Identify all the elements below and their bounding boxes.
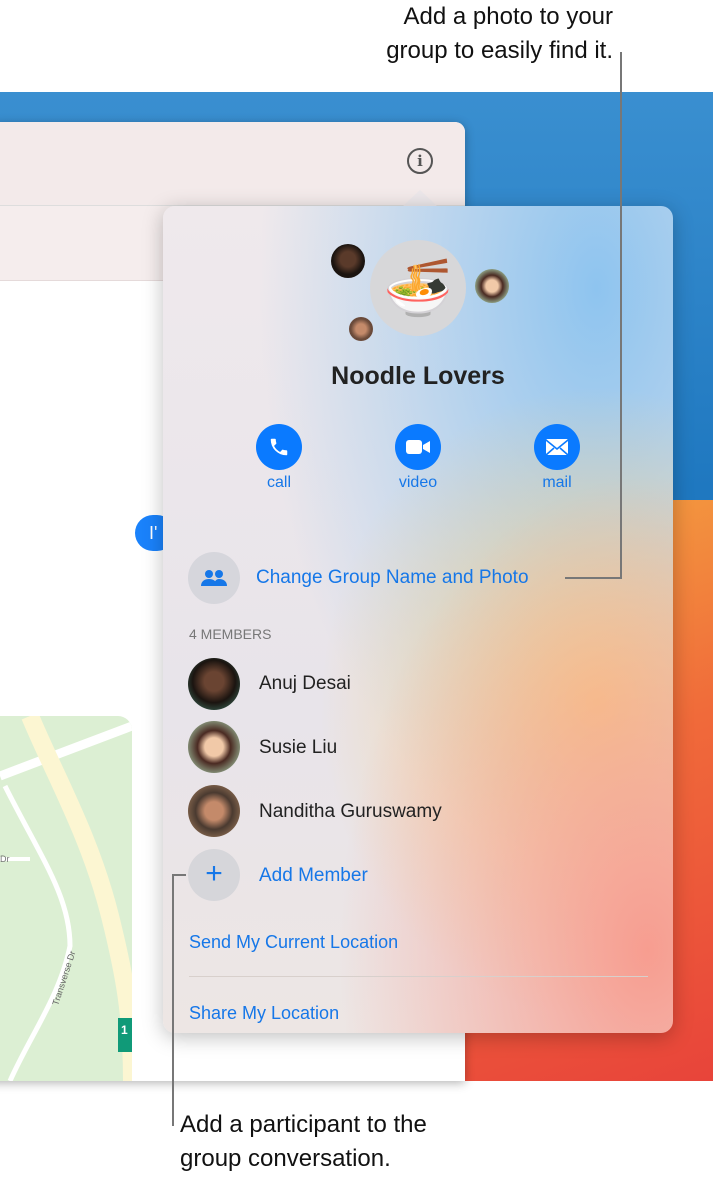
video-camera-icon[interactable] [395, 424, 441, 470]
popover-arrow [402, 190, 438, 207]
group-people-icon[interactable] [188, 552, 240, 604]
members-header: 4 MEMBERS [189, 626, 272, 642]
annotation-bottom: Add a participant to the group conversat… [180, 1108, 427, 1176]
group-name: Noodle Lovers [331, 362, 505, 390]
annotation-line: Add a photo to your [403, 3, 613, 30]
mail-label[interactable]: mail [517, 474, 597, 492]
route-shield: 1 [121, 1023, 128, 1037]
phone-icon[interactable] [256, 424, 302, 470]
annotation-line: group conversation. [180, 1145, 391, 1172]
group-photo[interactable]: 🍜 [370, 240, 466, 336]
member-name: Susie Liu [259, 737, 338, 758]
annotation-top: Add a photo to your group to easily find… [386, 0, 613, 68]
member-avatar-susie [475, 269, 509, 303]
send-location-link[interactable]: Send My Current Location [189, 932, 398, 953]
change-group-link[interactable]: Change Group Name and Photo [256, 567, 529, 589]
callout-line [620, 52, 622, 579]
map-label-transverse: Transverse Dr [50, 950, 77, 1007]
member-name: Anuj Desai [259, 673, 351, 694]
envelope-icon[interactable] [534, 424, 580, 470]
video-label[interactable]: video [378, 474, 458, 492]
map-preview[interactable]: Dr Transverse Dr 1 [0, 716, 132, 1081]
info-icon[interactable]: i [407, 148, 433, 174]
member-name: Nanditha Guruswamy [259, 801, 442, 822]
annotation-line: group to easily find it. [386, 37, 613, 64]
add-member-label[interactable]: Add Member [259, 865, 368, 887]
member-avatar-nanditha [349, 317, 373, 341]
map-roads: Dr Transverse Dr 1 [0, 716, 132, 1081]
plus-icon[interactable]: + [188, 849, 240, 901]
divider [189, 976, 648, 977]
callout-line [172, 874, 174, 1126]
annotation-line: Add a participant to the [180, 1111, 427, 1138]
group-details-popover: 🍜 Noodle Lovers call video mail Change G… [163, 206, 673, 1033]
share-location-link[interactable]: Share My Location [189, 1003, 339, 1024]
map-label: Dr [0, 854, 10, 864]
call-label[interactable]: call [239, 474, 319, 492]
avatar [188, 785, 240, 837]
avatar [188, 721, 240, 773]
avatar [188, 658, 240, 710]
member-avatar-anuj [331, 244, 365, 278]
toolbar [0, 122, 465, 206]
callout-line [565, 577, 622, 579]
callout-line [172, 874, 186, 876]
